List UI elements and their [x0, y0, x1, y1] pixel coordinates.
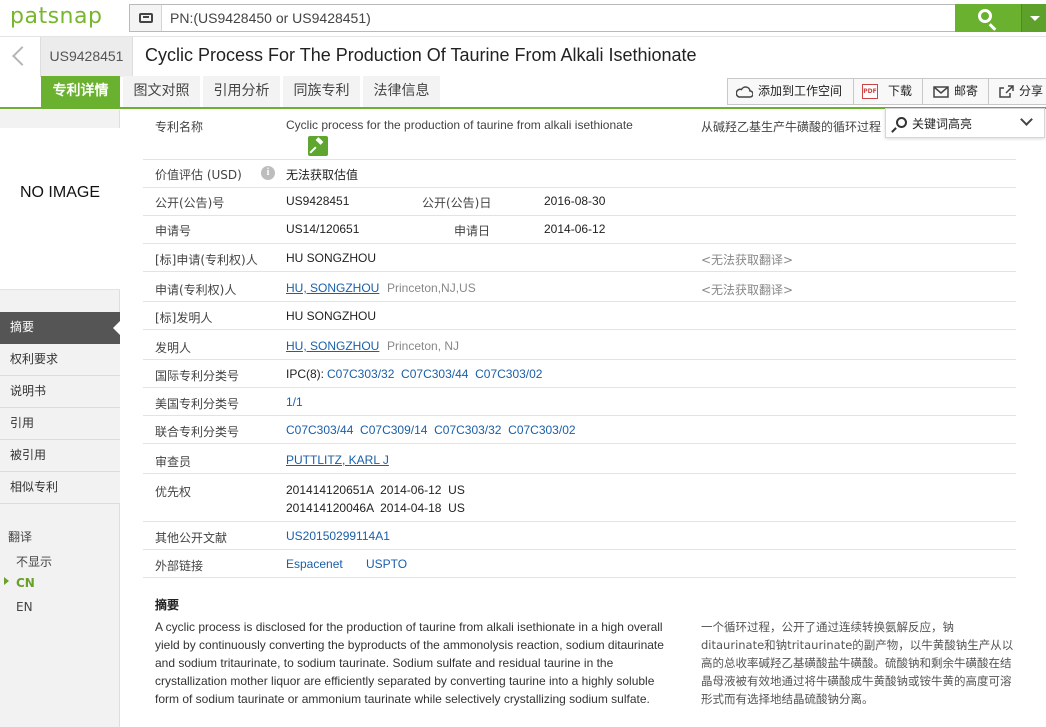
espacenet-link[interactable]: Espacenet [286, 557, 343, 571]
translate-option-cn[interactable]: CN [16, 576, 35, 590]
inventor-link[interactable]: HU, SONGZHOU [286, 339, 379, 353]
title-value: Cyclic process for the production of tau… [286, 118, 633, 132]
top-bar: patsnap [0, 0, 1046, 36]
email-button[interactable]: 邮寄 [922, 78, 989, 105]
chevron-down-icon [1020, 113, 1033, 126]
selected-arrow-icon [4, 577, 9, 585]
title-row: US9428451 Cyclic Process For The Product… [0, 36, 1046, 77]
uspto-link[interactable]: USPTO [366, 557, 407, 571]
field-row-applicant: 申请(专利权)人 HU, SONGZHOU Princeton,NJ,US <无… [143, 272, 1016, 302]
translate-title: 翻译 [8, 530, 33, 544]
search-box [129, 4, 955, 32]
pdf-icon: PDF [862, 84, 878, 99]
translate-option-en[interactable]: EN [16, 600, 33, 614]
sidebar-item-description[interactable]: 说明书 [0, 376, 120, 408]
sidebar-item-cited-by[interactable]: 被引用 [0, 440, 120, 472]
translate-option-hide[interactable]: 不显示 [16, 553, 52, 570]
field-row-valuation: 价值评估 (USD) i 无法获取估值 [143, 160, 1016, 188]
sidebar-item-similar[interactable]: 相似专利 [0, 472, 120, 504]
examiner-link[interactable]: PUTTLITZ, KARL J [286, 453, 389, 467]
download-button[interactable]: PDF 下载 [853, 78, 923, 105]
share-icon [999, 85, 1014, 98]
uspc-link[interactable]: 1/1 [286, 395, 303, 409]
mail-icon [933, 86, 949, 98]
field-row-external-links: 外部链接 Espacenet USPTO [143, 550, 1016, 578]
info-icon[interactable]: i [261, 166, 275, 180]
tab-legal-info[interactable]: 法律信息 [363, 76, 440, 107]
field-row-std-applicant: [标]申请(专利权)人 HU SONGZHOU <无法获取翻译> [143, 244, 1016, 272]
search-type-icon[interactable] [130, 5, 162, 31]
tab-bar: 专利详情 图文对照 引用分析 同族专利 法律信息 添加到工作空间 PDF 下载 … [0, 76, 1046, 109]
keyword-highlight-dropdown[interactable]: 关键词高亮 [885, 108, 1045, 138]
tab-family-patents[interactable]: 同族专利 [283, 76, 360, 107]
abstract-chinese: 一个循环过程，公开了通过连续转换氨解反应，钠ditaurinate和钠trita… [701, 620, 1014, 706]
abstract-english: A cyclic process is disclosed for the pr… [155, 620, 664, 706]
tab-patent-details[interactable]: 专利详情 [41, 76, 120, 107]
search-icon [978, 9, 992, 23]
field-row-other-pubs: 其他公开文献 US20150299114A1 [143, 522, 1016, 550]
applicant-link[interactable]: HU, SONGZHOU [286, 281, 379, 295]
field-row-application: 申请号 US14/120651 申请日 2014-06-12 [143, 216, 1016, 244]
tab-citation-analysis[interactable]: 引用分析 [203, 76, 280, 107]
field-row-ipc: 国际专利分类号 IPC(8): C07C303/32 C07C303/44 C0… [143, 360, 1016, 388]
search-input[interactable] [170, 9, 940, 27]
search-button[interactable] [955, 4, 1021, 32]
search-dropdown-button[interactable] [1021, 4, 1046, 32]
field-row-uspc: 美国专利分类号 1/1 [143, 388, 1016, 416]
patent-number-badge: US9428451 [40, 37, 133, 77]
ipc-codes-link[interactable]: C07C303/32 C07C303/44 C07C303/02 [327, 367, 542, 381]
back-chevron-icon[interactable] [0, 37, 40, 77]
sidebar-item-claims[interactable]: 权利要求 [0, 344, 120, 376]
legal-gavel-icon[interactable] [308, 136, 328, 156]
sidebar-item-citations[interactable]: 引用 [0, 408, 120, 440]
field-row-priority: 优先权 201414120651A 2014-06-12 US 20141412… [143, 474, 1016, 522]
field-row-examiner: 审查员 PUTTLITZ, KARL J [143, 444, 1016, 474]
field-row-inventor: 发明人 HU, SONGZHOU Princeton, NJ [143, 330, 1016, 360]
title-translation: 从碱羟乙基生产牛磺酸的循环过程 [701, 120, 882, 134]
sidebar-item-abstract[interactable]: 摘要 [0, 312, 120, 344]
main-content: 专利名称 Cyclic process for the production o… [121, 110, 1046, 727]
abstract-heading: 摘要 [155, 598, 180, 612]
left-sidebar: NO IMAGE 摘要 权利要求 说明书 引用 被引用 相似专利 翻译 不显示 … [0, 110, 120, 727]
other-pub-link[interactable]: US20150299114A1 [286, 529, 390, 543]
field-row-cpc: 联合专利分类号 C07C303/44 C07C309/14 C07C303/32… [143, 416, 1016, 444]
add-to-workspace-button[interactable]: 添加到工作空间 [727, 78, 854, 105]
share-button[interactable]: 分享 [988, 78, 1046, 105]
cloud-icon [736, 86, 753, 98]
tab-image-text[interactable]: 图文对照 [123, 76, 200, 107]
patent-image-placeholder: NO IMAGE [0, 128, 120, 290]
field-row-std-inventor: [标]发明人 HU SONGZHOU [143, 302, 1016, 330]
patsnap-logo[interactable]: patsnap [10, 4, 102, 29]
page-title: Cyclic Process For The Production Of Tau… [145, 45, 697, 65]
field-row-publication: 公开(公告)号 US9428451 公开(公告)日 2016-08-30 [143, 188, 1016, 216]
cpc-codes-link[interactable]: C07C303/44 C07C309/14 C07C303/32 C07C303… [286, 423, 576, 437]
search-icon [896, 117, 907, 128]
